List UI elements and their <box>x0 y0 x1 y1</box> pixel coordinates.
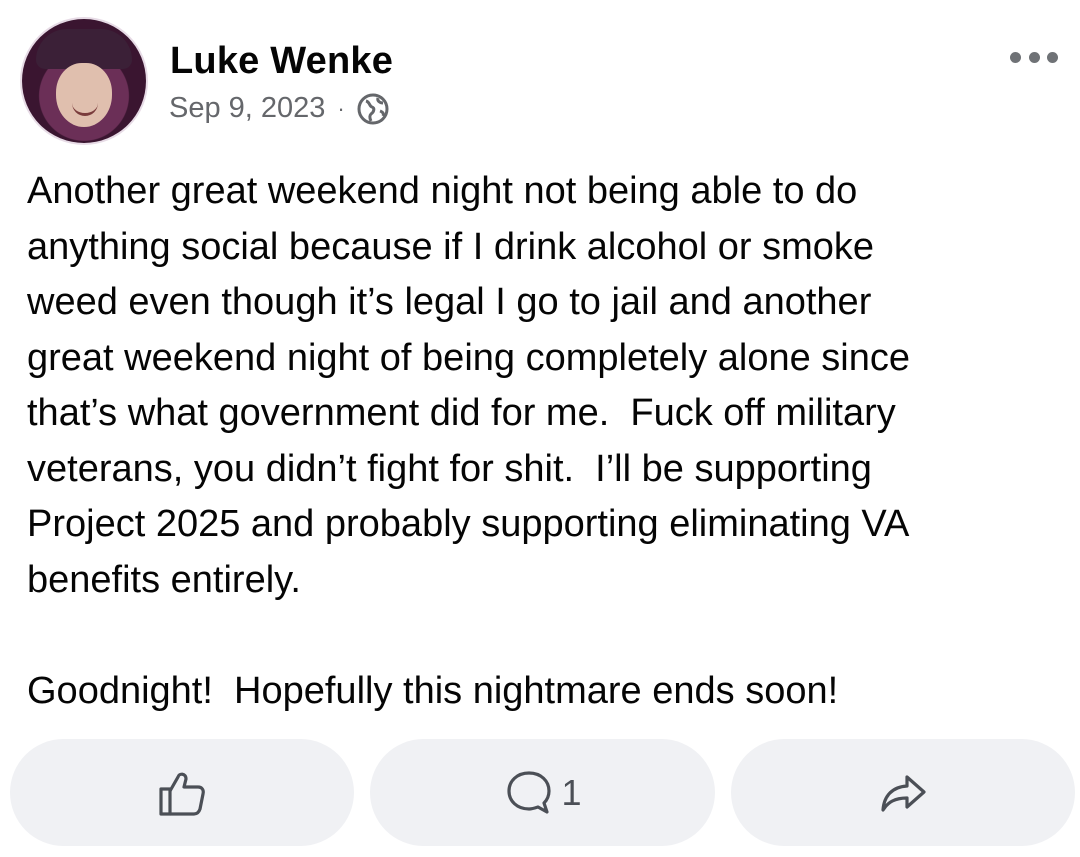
comment-icon <box>503 767 555 819</box>
more-dot <box>1010 51 1021 63</box>
comment-button[interactable]: 1 <box>370 739 715 846</box>
post-meta: Sep 9, 2023 · <box>169 92 389 125</box>
meta-separator: · <box>337 95 345 121</box>
like-button[interactable] <box>10 739 355 846</box>
more-dot <box>1028 51 1040 63</box>
author-name[interactable]: Luke Wenke <box>170 40 393 83</box>
author-avatar[interactable] <box>22 19 146 143</box>
share-icon <box>877 767 929 819</box>
comment-count: 1 <box>561 771 582 813</box>
more-options-icon[interactable] <box>1010 44 1058 70</box>
more-dot <box>1047 51 1058 63</box>
post-actions: 1 <box>10 739 1075 846</box>
post-date[interactable]: Sep 9, 2023 <box>169 92 325 125</box>
avatar-face <box>56 63 112 127</box>
globe-icon <box>357 93 389 125</box>
post-text: Another great weekend night not being ab… <box>27 170 911 712</box>
share-button[interactable] <box>730 739 1075 846</box>
thumbs-up-icon <box>156 767 208 819</box>
